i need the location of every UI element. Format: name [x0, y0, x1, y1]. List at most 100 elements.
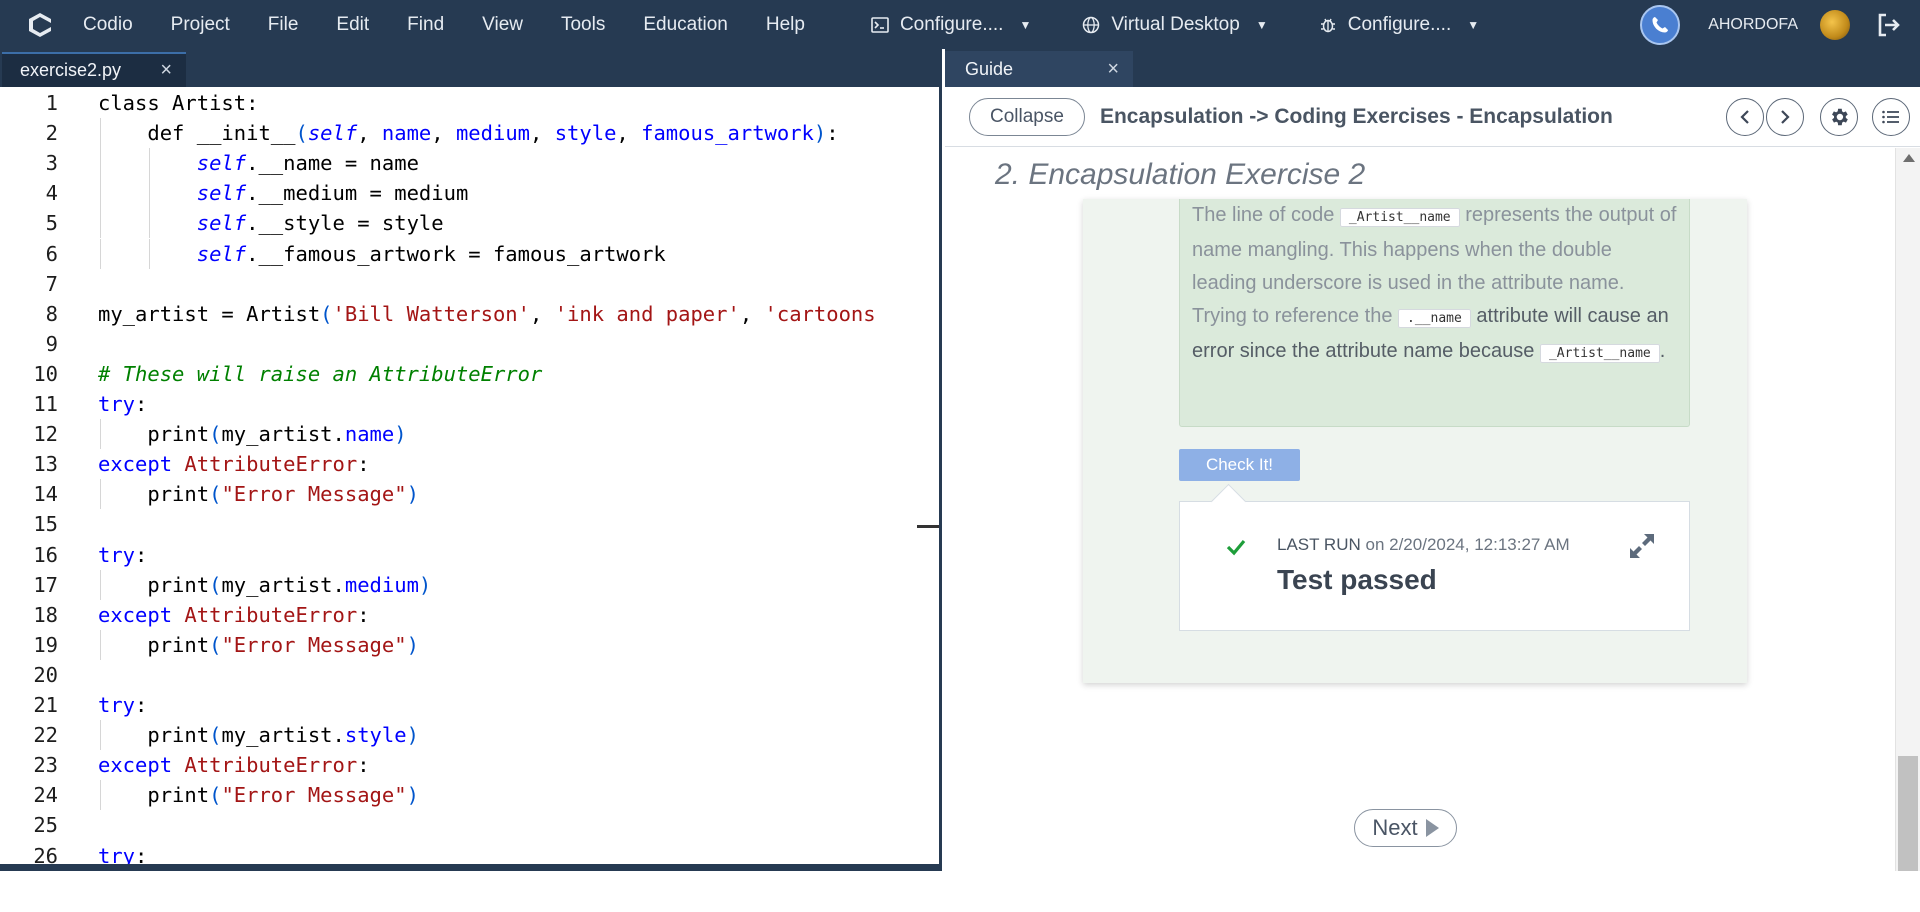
line-number: 17 [33, 572, 58, 597]
code-line[interactable]: 21 try: [0, 690, 939, 720]
tab-label: exercise2.py [20, 60, 122, 80]
code-line[interactable]: 2 def __init__(self, name, medium, style… [0, 118, 939, 149]
section-title: 2. Encapsulation Exercise 2 [995, 158, 1366, 191]
tab-exercise2-py[interactable]: exercise2.py × [2, 52, 186, 87]
check-it-button[interactable]: Check It! [1179, 449, 1300, 481]
virtual-desktop-label: Virtual Desktop [1111, 13, 1240, 35]
code-text: except AttributeError: [98, 753, 370, 778]
logout-icon[interactable] [1872, 8, 1906, 42]
menu-edit[interactable]: Edit [317, 0, 388, 49]
code-line[interactable]: 23 except AttributeError: [0, 750, 939, 780]
top-menubar: Codio Project File Edit Find View Tools … [0, 0, 1920, 49]
code-line[interactable]: 17 print(my_artist.medium) [0, 569, 939, 600]
code-token: _Artist__name [1539, 344, 1660, 363]
code-line[interactable]: 16 try: [0, 540, 939, 570]
line-number: 10 [33, 361, 58, 386]
tab-guide[interactable]: Guide × [945, 51, 1133, 87]
line-number: 21 [33, 693, 58, 717]
exercise-card: The line of code _Artist__name represent… [1083, 199, 1747, 683]
code-line[interactable]: 7 [0, 269, 939, 299]
line-number: 3 [45, 151, 58, 176]
menu-tools[interactable]: Tools [542, 0, 624, 49]
collapse-button[interactable]: Collapse [969, 97, 1085, 136]
chevron-down-icon: ▼ [1019, 17, 1032, 32]
code-text: print("Error Message") [98, 632, 419, 657]
code-line[interactable]: 9 [0, 329, 939, 359]
expand-icon[interactable] [1627, 531, 1657, 561]
code-text: print(my_artist.medium) [98, 572, 432, 597]
scroll-position-marker[interactable] [917, 525, 939, 528]
code-text: print(my_artist.style) [98, 723, 419, 748]
code-line[interactable]: 22 print(my_artist.style) [0, 720, 939, 751]
chevron-right-icon [1781, 109, 1790, 124]
menu-project[interactable]: Project [152, 0, 249, 49]
next-page-button[interactable] [1766, 97, 1804, 136]
code-line[interactable]: 12 print(my_artist.name) [0, 419, 939, 450]
next-button[interactable]: Next [1354, 809, 1457, 847]
menu-codio[interactable]: Codio [64, 0, 152, 49]
tab-label: Guide [965, 58, 1014, 79]
code-line[interactable]: 10 # These will raise an AttributeError [0, 359, 939, 389]
code-line[interactable]: 19 print("Error Message") [0, 629, 939, 660]
code-text: self.__medium = medium [196, 181, 469, 206]
code-line[interactable]: 6 self.__famous_artwork = famous_artwork [0, 238, 939, 269]
configure-terminal-button[interactable]: Configure.... ▼ [856, 0, 1045, 49]
previous-page-button[interactable] [1726, 97, 1764, 136]
code-line[interactable]: 8 my_artist = Artist('Bill Watterson', 'i… [0, 299, 939, 329]
line-number: 15 [33, 512, 58, 537]
phone-call-icon[interactable] [1640, 4, 1681, 45]
code-text: except AttributeError: [98, 452, 370, 477]
codio-logo-icon[interactable] [16, 0, 64, 49]
last-run-timestamp: on 2/20/2024, 12:13:27 AM [1365, 535, 1570, 554]
line-number: 22 [33, 723, 58, 748]
virtual-desktop-button[interactable]: Virtual Desktop ▼ [1067, 0, 1281, 49]
menu-view[interactable]: View [463, 0, 542, 49]
line-number: 9 [45, 331, 58, 356]
code-token: .__name [1398, 309, 1471, 328]
table-of-contents-button[interactable] [1872, 97, 1910, 136]
configure-debug-button[interactable]: Configure.... ▼ [1304, 0, 1493, 49]
code-line[interactable]: 1 class Artist: [0, 88, 939, 118]
code-line[interactable]: 13 except AttributeError: [0, 449, 939, 479]
line-number: 16 [33, 542, 58, 567]
code-text: try: [98, 392, 148, 416]
menu-find[interactable]: Find [388, 0, 463, 49]
menu-education[interactable]: Education [624, 0, 747, 49]
terminal-icon [870, 15, 890, 35]
code-line[interactable]: 11 try: [0, 389, 939, 419]
line-number: 14 [33, 482, 58, 507]
line-number: 25 [33, 813, 58, 838]
code-text: my_artist = Artist('Bill Watterson', 'in… [98, 301, 876, 326]
guide-title: Encapsulation -> Coding Exercises - Enca… [1099, 104, 1613, 128]
code-line[interactable]: 5 self.__style = style [0, 208, 939, 239]
close-icon[interactable]: × [160, 59, 172, 82]
editor-statusbar [0, 864, 939, 871]
code-text: print(my_artist.name) [98, 422, 407, 447]
code-text: try: [98, 542, 148, 567]
scroll-up-arrow-icon[interactable] [1903, 154, 1915, 162]
test-result-panel: LAST RUN on 2/20/2024, 12:13:27 AM Test … [1179, 501, 1690, 631]
line-number: 24 [33, 783, 58, 808]
code-line[interactable]: 18 except AttributeError: [0, 600, 939, 630]
username-label[interactable]: AHORDOFA [1708, 16, 1798, 34]
scrollbar-thumb[interactable] [1898, 756, 1918, 871]
play-arrow-icon [1425, 819, 1439, 837]
code-line[interactable]: 14 print("Error Message") [0, 479, 939, 510]
avatar[interactable] [1820, 9, 1850, 40]
code-area[interactable]: 1 class Artist: 2 def __init__(self, name,… [0, 87, 939, 912]
settings-button[interactable] [1820, 97, 1858, 136]
code-line[interactable]: 20 [0, 660, 939, 690]
code-line[interactable]: 25 [0, 810, 939, 840]
code-line[interactable]: 24 print("Error Message") [0, 780, 939, 811]
code-line[interactable]: 3 self.__name = name [0, 148, 939, 179]
code-text: print("Error Message") [98, 783, 419, 808]
code-line[interactable]: 15 [0, 509, 939, 539]
code-line[interactable]: 4 self.__medium = medium [0, 178, 939, 209]
guide-scrollbar[interactable] [1895, 148, 1920, 871]
close-icon[interactable]: × [1107, 58, 1119, 81]
menu-file[interactable]: File [249, 0, 318, 49]
code-text: except AttributeError: [98, 602, 370, 627]
code-text: self.__famous_artwork = famous_artwork [196, 241, 666, 266]
next-label: Next [1372, 815, 1418, 840]
menu-help[interactable]: Help [747, 0, 824, 49]
